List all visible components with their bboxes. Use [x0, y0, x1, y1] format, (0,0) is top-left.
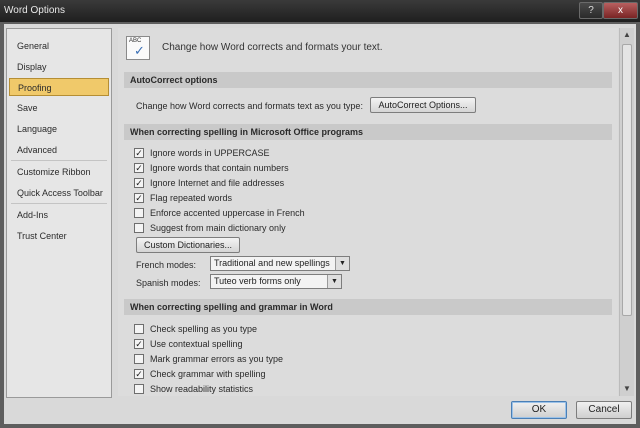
close-icon: x	[618, 5, 623, 16]
checkbox-label: Suggest from main dictionary only	[150, 223, 286, 233]
nav-item-label: Language	[17, 124, 58, 134]
readability-statistics-checkbox[interactable]	[134, 384, 144, 394]
help-button[interactable]: ?	[579, 2, 603, 19]
check-mark: ✓	[135, 148, 143, 158]
checkbox-label: Use contextual spelling	[150, 339, 243, 349]
nav-item-label: Advanced	[17, 145, 58, 155]
checkbox-label: Enforce accented uppercase in French	[150, 208, 305, 218]
spelling-office-section-header: When correcting spelling in Microsoft Of…	[124, 124, 612, 140]
check-mark-icon: ✓	[134, 43, 145, 58]
check-mark: ✓	[135, 339, 143, 349]
nav-item-general[interactable]: General	[9, 37, 109, 55]
suggest-main-dictionary-checkbox[interactable]	[134, 223, 144, 233]
spanish-modes-value: Tuteo verb forms only	[214, 276, 301, 286]
title-bar: Word Options ? x	[0, 0, 640, 22]
window-title: Word Options	[4, 5, 65, 16]
nav-item-quick-access-toolbar[interactable]: Quick Access Toolbar	[9, 184, 109, 202]
options-nav: General Display Proofing Save Language A…	[6, 28, 112, 398]
checkbox-label: Check grammar with spelling	[150, 369, 266, 379]
nav-item-trust-center[interactable]: Trust Center	[9, 227, 109, 245]
nav-divider	[11, 160, 107, 161]
vertical-scrollbar[interactable]: ▲ ▼	[619, 28, 634, 396]
checkbox-label: Show readability statistics	[150, 384, 254, 394]
scroll-thumb[interactable]	[622, 44, 632, 316]
nav-item-label: Customize Ribbon	[17, 167, 91, 177]
check-grammar-with-spelling-checkbox[interactable]: ✓	[134, 369, 144, 379]
spanish-modes-label: Spanish modes:	[136, 278, 201, 288]
nav-item-display[interactable]: Display	[9, 58, 109, 76]
checkbox-label: Ignore words in UPPERCASE	[150, 148, 270, 158]
dialog-body: General Display Proofing Save Language A…	[4, 24, 636, 424]
help-icon: ?	[588, 5, 594, 16]
abc-check-icon: ABC ✓	[126, 36, 150, 60]
custom-dictionaries-button[interactable]: Custom Dictionaries...	[136, 237, 240, 253]
nav-item-label: General	[17, 41, 50, 51]
nav-item-label: Save	[17, 103, 38, 113]
word-options-window: Word Options ? x General Display Proofin…	[0, 0, 640, 428]
checkbox-label: Ignore words that contain numbers	[150, 163, 289, 173]
nav-item-label: Quick Access Toolbar	[17, 188, 103, 198]
ignore-numbers-checkbox[interactable]: ✓	[134, 163, 144, 173]
dropdown-arrow-icon: ▼	[327, 275, 341, 288]
nav-item-label: Trust Center	[17, 231, 67, 241]
nav-item-label: Proofing	[18, 83, 52, 93]
checkbox-label: Mark grammar errors as you type	[150, 354, 284, 364]
enforce-french-uppercase-checkbox[interactable]	[134, 208, 144, 218]
check-mark: ✓	[135, 193, 143, 203]
nav-item-customize-ribbon[interactable]: Customize Ribbon	[9, 163, 109, 181]
ignore-uppercase-checkbox[interactable]: ✓	[134, 148, 144, 158]
autocorrect-section-header: AutoCorrect options	[124, 72, 612, 88]
nav-divider	[11, 203, 107, 204]
check-spelling-as-you-type-checkbox[interactable]	[134, 324, 144, 334]
checkbox-label: Check spelling as you type	[150, 324, 258, 334]
scroll-up-icon[interactable]: ▲	[620, 28, 634, 42]
check-mark: ✓	[135, 163, 143, 173]
nav-item-advanced[interactable]: Advanced	[9, 141, 109, 159]
ok-button[interactable]: OK	[511, 401, 567, 419]
autocorrect-options-button[interactable]: AutoCorrect Options...	[370, 97, 476, 113]
french-modes-label: French modes:	[136, 260, 197, 270]
check-mark: ✓	[135, 369, 143, 379]
cancel-button[interactable]: Cancel	[576, 401, 632, 419]
checkbox-label: Ignore Internet and file addresses	[150, 178, 285, 188]
nav-item-language[interactable]: Language	[9, 120, 109, 138]
nav-item-proofing[interactable]: Proofing	[9, 78, 109, 96]
close-button[interactable]: x	[603, 2, 638, 19]
spelling-word-section-header: When correcting spelling and grammar in …	[124, 299, 612, 315]
nav-item-add-ins[interactable]: Add-Ins	[9, 206, 109, 224]
flag-repeated-words-checkbox[interactable]: ✓	[134, 193, 144, 203]
french-modes-select[interactable]: Traditional and new spellings ▼	[210, 256, 350, 271]
scroll-down-icon[interactable]: ▼	[620, 382, 634, 396]
french-modes-value: Traditional and new spellings	[214, 258, 330, 268]
checkbox-label: Flag repeated words	[150, 193, 233, 203]
spanish-modes-select[interactable]: Tuteo verb forms only ▼	[210, 274, 342, 289]
nav-item-label: Add-Ins	[17, 210, 49, 220]
proofing-panel: ABC ✓ Change how Word corrects and forma…	[118, 28, 618, 396]
autocorrect-description: Change how Word corrects and formats tex…	[136, 101, 363, 111]
panel-heading: Change how Word corrects and formats you…	[162, 42, 383, 53]
nav-item-save[interactable]: Save	[9, 99, 109, 117]
contextual-spelling-checkbox[interactable]: ✓	[134, 339, 144, 349]
mark-grammar-errors-checkbox[interactable]	[134, 354, 144, 364]
ignore-internet-addresses-checkbox[interactable]: ✓	[134, 178, 144, 188]
check-mark: ✓	[135, 178, 143, 188]
nav-item-label: Display	[17, 62, 47, 72]
dropdown-arrow-icon: ▼	[335, 257, 349, 270]
